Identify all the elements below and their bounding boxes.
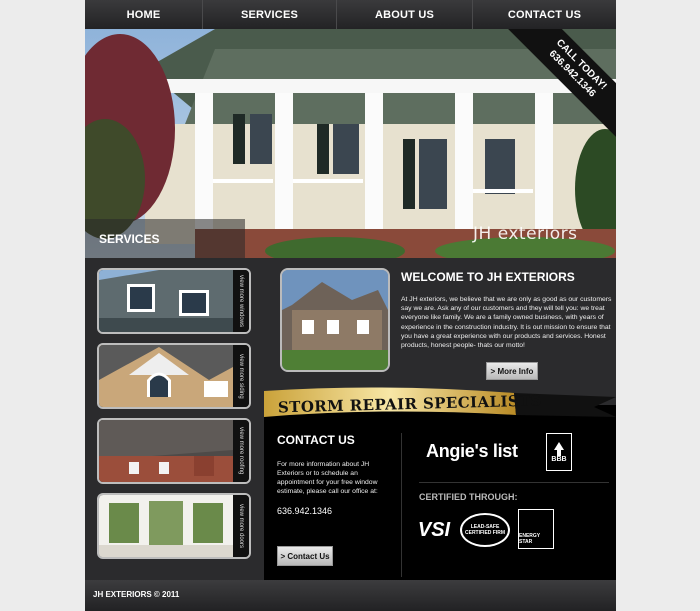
nav-about-us[interactable]: ABOUT US xyxy=(337,0,473,29)
doors-photo xyxy=(99,495,233,557)
more-info-button[interactable]: > More Info xyxy=(486,362,538,380)
bbb-logo: BBB xyxy=(546,433,572,471)
bbb-torch-icon xyxy=(554,441,564,456)
contact-us-button[interactable]: > Contact Us xyxy=(277,546,333,566)
siding-photo xyxy=(99,345,233,407)
bbb-text: BBB xyxy=(551,455,567,463)
footer: JH EXTERIORS © 2011 xyxy=(85,580,616,611)
thumb-roofing-label: view more roofing xyxy=(233,420,249,482)
thumb-windows-label: view more windows xyxy=(233,270,249,332)
energy-star-logo: ENERGY STAR xyxy=(518,509,554,549)
certified-through-title: CERTIFIED THROUGH: xyxy=(419,492,518,502)
contact-title: CONTACT US xyxy=(277,433,355,447)
footer-copyright: JH EXTERIORS © 2011 xyxy=(93,590,180,599)
page: HOME SERVICES ABOUT US CONTACT US CALL T… xyxy=(85,0,616,611)
epa-lead-safe-logo: LEAD-SAFE CERTIFIED FIRM xyxy=(460,513,510,547)
cert-divider xyxy=(419,482,609,483)
welcome-house-photo xyxy=(280,268,390,372)
nav-home[interactable]: HOME xyxy=(85,0,203,29)
roofing-photo xyxy=(99,420,233,482)
angies-list-logo: Angie's list xyxy=(426,441,518,461)
welcome-title: WELCOME TO JH EXTERIORS xyxy=(401,270,575,284)
thumb-doors[interactable]: view more doors xyxy=(97,493,251,559)
hero-services-label: SERVICES xyxy=(99,232,160,246)
thumb-siding-label: view more siding xyxy=(233,345,249,407)
storm-repair-banner: STORM REPAIR SPECIALISTS xyxy=(264,385,616,421)
section-divider xyxy=(401,433,402,577)
windows-photo xyxy=(99,270,233,332)
nav-services[interactable]: SERVICES xyxy=(203,0,337,29)
vsi-logo: VSI xyxy=(417,518,451,541)
contact-certifications-section: CONTACT US For more information about JH… xyxy=(264,405,616,580)
contact-phone: 636.942.1346 xyxy=(277,506,333,516)
welcome-text: At JH exteriors, we believe that we are … xyxy=(401,296,612,350)
thumb-siding[interactable]: view more siding xyxy=(97,343,251,409)
hero-logo: JH exteriors xyxy=(473,224,578,244)
main-nav: HOME SERVICES ABOUT US CONTACT US xyxy=(85,0,616,29)
thumb-roofing[interactable]: view more roofing xyxy=(97,418,251,484)
thumb-doors-label: view more doors xyxy=(233,495,249,557)
contact-text: For more information about JH Exteriors … xyxy=(277,461,378,495)
nav-contact-us[interactable]: CONTACT US xyxy=(473,0,616,29)
thumb-windows[interactable]: view more windows xyxy=(97,268,251,334)
